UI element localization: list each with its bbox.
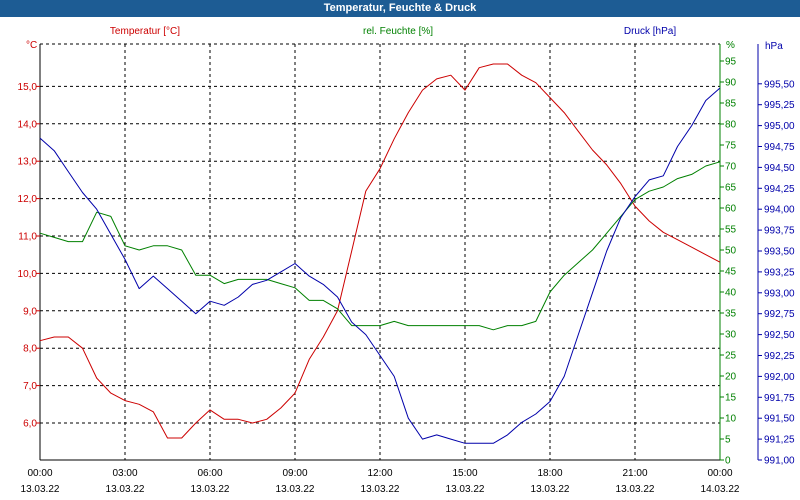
humidity-tick-label: 35 [725, 309, 737, 320]
humidity-tick-label: 0 [725, 456, 731, 467]
temperature-tick-label: 13,0 [18, 157, 38, 168]
x-tick-time: 12:00 [367, 468, 392, 479]
humidity-tick-label: 70 [725, 162, 737, 173]
pressure-tick-label: 992,00 [764, 372, 795, 383]
pressure-tick-label: 995,25 [764, 100, 795, 111]
humidity-tick-label: 30 [725, 330, 737, 341]
humidity-tick-label: 40 [725, 288, 737, 299]
x-tick-date: 13.03.22 [531, 484, 570, 495]
temperature-axis-title: Temperatur [°C] [110, 26, 180, 37]
humidity-tick-label: 10 [725, 414, 737, 425]
pressure-tick-label: 991,75 [764, 393, 795, 404]
x-tick-time: 00:00 [707, 468, 732, 479]
pressure-tick-label: 995,00 [764, 121, 795, 132]
pressure-tick-label: 994,50 [764, 163, 795, 174]
temperature-tick-label: 12,0 [18, 194, 38, 205]
axes [36, 44, 762, 461]
humidity-tick-label: 75 [725, 141, 737, 152]
humidity-axis-title: rel. Feuchte [%] [363, 26, 433, 37]
pressure-tick-label: 993,25 [764, 267, 795, 278]
pressure-tick-label: 992,75 [764, 309, 795, 320]
humidity-tick-label: 5 [725, 435, 731, 446]
x-tick-time: 15:00 [452, 468, 477, 479]
x-tick-time: 00:00 [27, 468, 52, 479]
humidity-tick-label: 50 [725, 246, 737, 257]
x-tick-time: 09:00 [282, 468, 307, 479]
temperature-tick-label: 11,0 [18, 232, 37, 243]
x-tick-date: 13.03.22 [446, 484, 485, 495]
humidity-tick-label: 20 [725, 372, 737, 383]
humidity-tick-label: 45 [725, 267, 737, 278]
temperature-tick-label: 10,0 [18, 269, 38, 280]
pressure-tick-label: 993,75 [764, 226, 795, 237]
x-tick-time: 06:00 [197, 468, 222, 479]
humidity-tick-label: 15 [725, 393, 737, 404]
pressure-tick-label: 991,50 [764, 414, 795, 425]
x-tick-date: 13.03.22 [616, 484, 655, 495]
chart-area: 00:00 13.03.22 03:00 13.03.22 06:00 13.03.22 0… [18, 26, 795, 495]
x-tick-date: 14.03.22 [701, 484, 740, 495]
humidity-tick-label: 55 [725, 225, 737, 236]
pressure-tick-label: 993,50 [764, 247, 795, 258]
temperature-tick-label: 7,0 [23, 381, 37, 392]
humidity-tick-label: 65 [725, 183, 737, 194]
pressure-tick-label: 993,00 [764, 288, 795, 299]
x-tick-date: 13.03.22 [276, 484, 315, 495]
temperature-tick-label: 14,0 [18, 119, 38, 130]
pressure-tick-label: 991,25 [764, 435, 795, 446]
pressure-tick-label: 995,50 [764, 79, 795, 90]
humidity-tick-label: 60 [725, 204, 737, 215]
humidity-tick-label: 95 [725, 57, 737, 68]
temperature-unit: °C [26, 40, 37, 51]
x-tick-time: 03:00 [112, 468, 137, 479]
x-tick-time: 18:00 [537, 468, 562, 479]
humidity-unit: % [726, 40, 735, 51]
pressure-tick-label: 994,25 [764, 184, 795, 195]
pressure-tick-label: 994,00 [764, 205, 795, 216]
pressure-tick-label: 992,50 [764, 330, 795, 341]
pressure-tick-label: 994,75 [764, 142, 795, 153]
temperature-tick-label: 8,0 [23, 344, 37, 355]
pressure-axis-title: Druck [hPa] [624, 26, 676, 37]
x-tick-date: 13.03.22 [106, 484, 145, 495]
x-tick-date: 13.03.22 [361, 484, 400, 495]
grid [40, 43, 720, 460]
humidity-tick-label: 85 [725, 99, 737, 110]
pressure-unit: hPa [765, 41, 783, 52]
temperature-tick-label: 9,0 [23, 306, 37, 317]
humidity-tick-label: 80 [725, 120, 737, 131]
temperature-tick-label: 15,0 [18, 82, 38, 93]
x-tick-date: 13.03.22 [21, 484, 60, 495]
chart-title: Temperatur, Feuchte & Druck [0, 0, 800, 17]
pressure-tick-label: 992,25 [764, 351, 795, 362]
humidity-tick-label: 25 [725, 351, 737, 362]
temperature-tick-label: 6,0 [23, 419, 37, 430]
humidity-tick-label: 90 [725, 78, 737, 89]
pressure-tick-label: 991,00 [764, 456, 795, 467]
x-tick-date: 13.03.22 [191, 484, 230, 495]
x-tick-time: 21:00 [622, 468, 647, 479]
axis-labels: 00:00 13.03.22 03:00 13.03.22 06:00 13.03.22 0… [18, 26, 795, 495]
